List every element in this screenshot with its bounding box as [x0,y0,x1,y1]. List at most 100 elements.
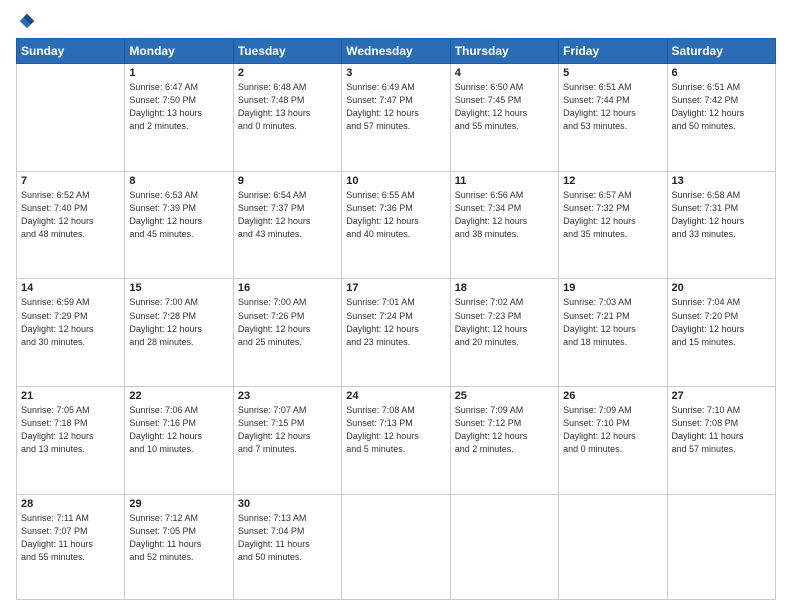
calendar-day-cell: 14 Sunrise: 6:59 AMSunset: 7:29 PMDayligh… [17,279,125,387]
calendar-week-row: 14 Sunrise: 6:59 AMSunset: 7:29 PMDayligh… [17,279,776,387]
calendar-day-cell: 26 Sunrise: 7:09 AMSunset: 7:10 PMDayligh… [559,387,667,495]
day-info: Sunrise: 6:59 AMSunset: 7:29 PMDaylight:… [21,296,120,348]
day-info: Sunrise: 6:49 AMSunset: 7:47 PMDaylight:… [346,81,445,133]
calendar-day-header: Monday [125,39,233,64]
day-number: 10 [346,175,445,187]
calendar-week-row: 21Sunrise: 7:05 AMSunset: 7:18 PMDayligh… [17,387,776,495]
calendar-day-cell: 20 Sunrise: 7:04 AMSunset: 7:20 PMDayligh… [667,279,775,387]
calendar-day-cell [450,494,558,599]
calendar-day-header: Wednesday [342,39,450,64]
calendar-day-cell: 27Sunrise: 7:10 AMSunset: 7:08 PMDayligh… [667,387,775,495]
day-number: 1 [129,67,228,79]
calendar-day-header: Sunday [17,39,125,64]
calendar-day-cell: 6Sunrise: 6:51 AMSunset: 7:42 PMDaylight… [667,64,775,172]
calendar-day-cell: 3 Sunrise: 6:49 AMSunset: 7:47 PMDaylight… [342,64,450,172]
day-info: Sunrise: 6:53 AMSunset: 7:39 PMDaylight:… [129,189,228,241]
day-info: Sunrise: 7:13 AMSunset: 7:04 PMDaylight:… [238,512,337,564]
calendar-day-header: Saturday [667,39,775,64]
calendar-day-cell: 11 Sunrise: 6:56 AMSunset: 7:34 PMDayligh… [450,171,558,279]
calendar-day-cell: 29 Sunrise: 7:12 AMSunset: 7:05 PMDayligh… [125,494,233,599]
calendar-day-cell: 1 Sunrise: 6:47 AMSunset: 7:50 PMDaylight… [125,64,233,172]
day-info: Sunrise: 6:52 AMSunset: 7:40 PMDaylight:… [21,189,120,241]
day-info: Sunrise: 6:56 AMSunset: 7:34 PMDaylight:… [455,189,554,241]
calendar-day-header: Thursday [450,39,558,64]
day-info: Sunrise: 7:09 AMSunset: 7:12 PMDaylight:… [455,404,554,456]
day-number: 27 [672,390,771,402]
day-info: Sunrise: 6:54 AMSunset: 7:37 PMDaylight:… [238,189,337,241]
day-info: Sunrise: 7:04 AMSunset: 7:20 PMDaylight:… [672,296,771,348]
calendar-day-cell: 22Sunrise: 7:06 AMSunset: 7:16 PMDayligh… [125,387,233,495]
calendar-day-cell [667,494,775,599]
day-info: Sunrise: 7:00 AMSunset: 7:28 PMDaylight:… [129,296,228,348]
calendar-day-header: Friday [559,39,667,64]
day-number: 3 [346,67,445,79]
day-info: Sunrise: 7:08 AMSunset: 7:13 PMDaylight:… [346,404,445,456]
day-number: 19 [563,282,662,294]
header [16,12,776,30]
day-number: 9 [238,175,337,187]
day-info: Sunrise: 7:09 AMSunset: 7:10 PMDaylight:… [563,404,662,456]
calendar-day-cell: 19 Sunrise: 7:03 AMSunset: 7:21 PMDayligh… [559,279,667,387]
day-number: 29 [129,498,228,510]
calendar-day-cell [559,494,667,599]
day-number: 17 [346,282,445,294]
day-info: Sunrise: 7:05 AMSunset: 7:18 PMDaylight:… [21,404,120,456]
calendar-day-cell: 18Sunrise: 7:02 AMSunset: 7:23 PMDayligh… [450,279,558,387]
day-number: 15 [129,282,228,294]
calendar-day-cell: 23 Sunrise: 7:07 AMSunset: 7:15 PMDayligh… [233,387,341,495]
calendar-day-cell: 16 Sunrise: 7:00 AMSunset: 7:26 PMDayligh… [233,279,341,387]
calendar-day-cell: 10Sunrise: 6:55 AMSunset: 7:36 PMDayligh… [342,171,450,279]
calendar-day-cell: 2Sunrise: 6:48 AMSunset: 7:48 PMDaylight… [233,64,341,172]
calendar-day-cell: 15 Sunrise: 7:00 AMSunset: 7:28 PMDayligh… [125,279,233,387]
day-info: Sunrise: 6:51 AMSunset: 7:42 PMDaylight:… [672,81,771,133]
day-number: 26 [563,390,662,402]
day-info: Sunrise: 6:50 AMSunset: 7:45 PMDaylight:… [455,81,554,133]
day-number: 5 [563,67,662,79]
calendar-day-cell: 9 Sunrise: 6:54 AMSunset: 7:37 PMDaylight… [233,171,341,279]
calendar-day-cell: 24Sunrise: 7:08 AMSunset: 7:13 PMDayligh… [342,387,450,495]
day-number: 8 [129,175,228,187]
day-number: 13 [672,175,771,187]
calendar-day-header: Tuesday [233,39,341,64]
day-info: Sunrise: 6:57 AMSunset: 7:32 PMDaylight:… [563,189,662,241]
day-info: Sunrise: 7:07 AMSunset: 7:15 PMDaylight:… [238,404,337,456]
day-number: 16 [238,282,337,294]
calendar-day-cell: 25Sunrise: 7:09 AMSunset: 7:12 PMDayligh… [450,387,558,495]
day-number: 2 [238,67,337,79]
day-info: Sunrise: 6:47 AMSunset: 7:50 PMDaylight:… [129,81,228,133]
page: SundayMondayTuesdayWednesdayThursdayFrid… [0,0,792,612]
calendar-day-cell: 17Sunrise: 7:01 AMSunset: 7:24 PMDayligh… [342,279,450,387]
day-info: Sunrise: 7:11 AMSunset: 7:07 PMDaylight:… [21,512,120,564]
day-number: 14 [21,282,120,294]
day-number: 30 [238,498,337,510]
calendar-day-cell [17,64,125,172]
calendar-day-cell: 5 Sunrise: 6:51 AMSunset: 7:44 PMDaylight… [559,64,667,172]
day-number: 20 [672,282,771,294]
calendar-day-cell: 30 Sunrise: 7:13 AMSunset: 7:04 PMDayligh… [233,494,341,599]
day-number: 7 [21,175,120,187]
calendar-table: SundayMondayTuesdayWednesdayThursdayFrid… [16,38,776,600]
calendar-day-cell: 28 Sunrise: 7:11 AMSunset: 7:07 PMDayligh… [17,494,125,599]
day-info: Sunrise: 7:12 AMSunset: 7:05 PMDaylight:… [129,512,228,564]
calendar-day-cell: 8 Sunrise: 6:53 AMSunset: 7:39 PMDaylight… [125,171,233,279]
calendar-day-cell: 21Sunrise: 7:05 AMSunset: 7:18 PMDayligh… [17,387,125,495]
day-number: 23 [238,390,337,402]
calendar-day-cell: 7 Sunrise: 6:52 AMSunset: 7:40 PMDaylight… [17,171,125,279]
calendar-week-row: 1 Sunrise: 6:47 AMSunset: 7:50 PMDaylight… [17,64,776,172]
logo [16,12,36,30]
day-info: Sunrise: 7:06 AMSunset: 7:16 PMDaylight:… [129,404,228,456]
day-number: 28 [21,498,120,510]
day-number: 4 [455,67,554,79]
day-info: Sunrise: 7:00 AMSunset: 7:26 PMDaylight:… [238,296,337,348]
calendar-week-row: 7 Sunrise: 6:52 AMSunset: 7:40 PMDaylight… [17,171,776,279]
day-number: 12 [563,175,662,187]
day-info: Sunrise: 6:51 AMSunset: 7:44 PMDaylight:… [563,81,662,133]
calendar-day-cell: 13 Sunrise: 6:58 AMSunset: 7:31 PMDayligh… [667,171,775,279]
day-number: 11 [455,175,554,187]
day-info: Sunrise: 7:02 AMSunset: 7:23 PMDaylight:… [455,296,554,348]
day-info: Sunrise: 6:58 AMSunset: 7:31 PMDaylight:… [672,189,771,241]
logo-icon [18,12,36,30]
calendar-week-row: 28 Sunrise: 7:11 AMSunset: 7:07 PMDayligh… [17,494,776,599]
day-info: Sunrise: 7:03 AMSunset: 7:21 PMDaylight:… [563,296,662,348]
calendar-day-cell [342,494,450,599]
